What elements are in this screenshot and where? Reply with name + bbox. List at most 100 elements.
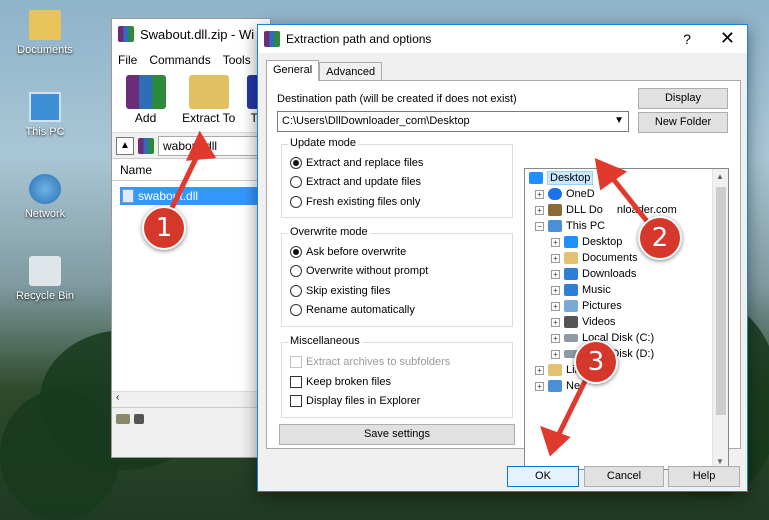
expand-icon[interactable]: +: [551, 285, 560, 295]
tree-node-documents[interactable]: + Documents: [551, 252, 638, 264]
tree-node-music[interactable]: + Music: [551, 284, 611, 296]
tree-node-videos[interactable]: + Videos: [551, 316, 615, 328]
expand-icon[interactable]: +: [551, 301, 560, 311]
desktop-icon: [529, 172, 543, 184]
expand-icon[interactable]: +: [551, 253, 560, 263]
menu-tools[interactable]: Tools: [223, 53, 251, 67]
radio-rename-automatically[interactable]: Rename automatically: [290, 304, 415, 316]
scroll-down-icon[interactable]: ▼: [716, 457, 724, 466]
expand-icon[interactable]: +: [535, 381, 544, 391]
expand-icon[interactable]: +: [551, 349, 560, 359]
tree-node-user[interactable]: + DLL Do nloader.com: [535, 204, 677, 216]
network-icon: [548, 380, 562, 392]
tree-node-network[interactable]: + Ne: [535, 380, 580, 392]
up-folder-button[interactable]: ▲: [116, 136, 134, 155]
archive-path-field[interactable]: wabout.dll: [158, 135, 270, 156]
scroll-up-icon[interactable]: ▲: [716, 172, 724, 181]
tree-node-pictures[interactable]: + Pictures: [551, 300, 622, 312]
collapse-icon[interactable]: −: [535, 221, 544, 231]
add-archive-icon: [125, 75, 166, 109]
extract-to-button[interactable]: Extract To: [181, 75, 236, 128]
desktop-icon-recycle-bin[interactable]: Recycle Bin: [10, 256, 80, 302]
winrar-toolbar: Add Extract To T: [112, 71, 270, 133]
radio-overwrite-without-prompt[interactable]: Overwrite without prompt: [290, 265, 428, 277]
tree-scrollbar[interactable]: ▲ ▼: [712, 169, 728, 469]
tree-node-this-pc[interactable]: − This PC: [535, 220, 605, 232]
scrollbar-thumb[interactable]: [716, 187, 726, 415]
destination-path-input[interactable]: C:\Users\DllDownloader_com\Desktop ▼: [277, 111, 629, 132]
radio-icon: [290, 196, 302, 208]
ok-button[interactable]: OK: [507, 466, 579, 487]
radio-fresh-existing[interactable]: Fresh existing files only: [290, 196, 420, 208]
checkbox-icon: [290, 395, 302, 407]
folder-tree: Desktop + OneD + DLL Do nloader.com − Thi…: [524, 168, 729, 470]
tab-general[interactable]: General: [266, 60, 320, 81]
cancel-button[interactable]: Cancel: [584, 466, 664, 487]
recycle-bin-icon: [29, 256, 61, 286]
key-status-icon: [134, 413, 144, 424]
palm-foliage: [0, 390, 120, 520]
expand-icon[interactable]: +: [551, 237, 560, 247]
winrar-app-icon: [118, 26, 134, 42]
computer-icon: [29, 92, 61, 122]
miscellaneous-group: Miscellaneous Extract archives to subfol…: [281, 335, 513, 418]
expand-icon[interactable]: +: [535, 205, 544, 215]
overwrite-mode-title: Overwrite mode: [288, 226, 370, 238]
display-button[interactable]: Display: [638, 88, 728, 109]
onedrive-icon: [548, 188, 562, 200]
general-panel: Destination path (will be created if doe…: [266, 80, 741, 470]
libraries-icon: [548, 364, 562, 376]
radio-skip-existing[interactable]: Skip existing files: [290, 285, 390, 297]
expand-icon[interactable]: +: [551, 269, 560, 279]
desktop-icon-documents[interactable]: Documents: [10, 10, 80, 56]
tree-node-downloads[interactable]: + Downloads: [551, 268, 636, 280]
expand-icon[interactable]: +: [535, 189, 544, 199]
checkbox-keep-broken-files[interactable]: Keep broken files: [290, 376, 391, 388]
tree-node-desktop-root[interactable]: Desktop: [529, 171, 594, 185]
file-row[interactable]: swabout.dll: [120, 187, 270, 205]
help-button[interactable]: Help: [668, 466, 740, 487]
menu-file[interactable]: File: [118, 53, 137, 67]
save-settings-button[interactable]: Save settings: [279, 424, 515, 445]
radio-icon: [290, 285, 302, 297]
close-button[interactable]: ✕: [720, 28, 735, 49]
downloads-icon: [564, 268, 578, 280]
user-icon: [548, 204, 562, 216]
tree-node-onedrive[interactable]: + OneD: [535, 188, 595, 200]
winrar-titlebar[interactable]: Swabout.dll.zip - Wi: [112, 19, 270, 49]
radio-selected-icon: [290, 246, 302, 258]
expand-icon[interactable]: +: [551, 317, 560, 327]
computer-icon: [548, 220, 562, 232]
tab-advanced[interactable]: Advanced: [319, 62, 383, 81]
add-button[interactable]: Add: [118, 75, 173, 128]
checkbox-display-in-explorer[interactable]: Display files in Explorer: [290, 395, 420, 407]
winrar-statusbar: [112, 407, 270, 429]
dll-file-icon: [122, 189, 134, 203]
miscellaneous-title: Miscellaneous: [288, 335, 362, 347]
step-badge-2: 2: [638, 216, 682, 260]
radio-extract-update[interactable]: Extract and update files: [290, 176, 421, 188]
dialog-titlebar[interactable]: Extraction path and options ? ✕: [258, 25, 747, 53]
chevron-down-icon[interactable]: ▼: [614, 115, 624, 126]
scroll-left-icon: ‹: [116, 392, 120, 403]
expand-icon[interactable]: +: [535, 365, 544, 375]
new-folder-button[interactable]: New Folder: [638, 112, 728, 133]
checkbox-extract-to-subfolders[interactable]: Extract archives to subfolders: [290, 356, 450, 368]
update-mode-title: Update mode: [288, 137, 359, 149]
disk-c-icon: [564, 334, 578, 342]
step-badge-1: 1: [142, 206, 186, 250]
column-header-name[interactable]: Name: [112, 159, 270, 181]
radio-extract-replace[interactable]: Extract and replace files: [290, 157, 423, 169]
radio-ask-before-overwrite[interactable]: Ask before overwrite: [290, 246, 406, 258]
help-title-button[interactable]: ?: [683, 31, 691, 47]
archive-icon: [138, 137, 154, 154]
winrar-title: Swabout.dll.zip - Wi: [140, 26, 255, 42]
expand-icon[interactable]: +: [551, 333, 560, 343]
desktop-icon-network[interactable]: Network: [10, 174, 80, 220]
menu-commands[interactable]: Commands: [149, 53, 210, 67]
folder-documents-icon: [29, 10, 61, 40]
pictures-icon: [564, 300, 578, 312]
horizontal-scrollbar[interactable]: ‹: [112, 391, 270, 407]
desktop-icon-this-pc[interactable]: This PC: [10, 92, 80, 138]
tree-node-desktop[interactable]: + Desktop: [551, 236, 622, 248]
